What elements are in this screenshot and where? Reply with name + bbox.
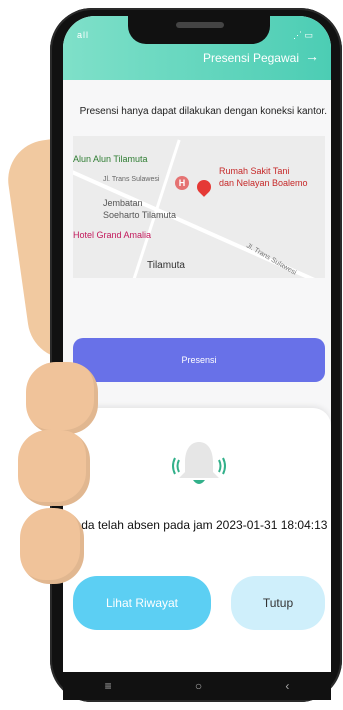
menu-icon[interactable]: ≡ — [105, 679, 112, 693]
finger — [18, 430, 90, 506]
signal-status: all — [77, 30, 90, 40]
map-label-rumah-sakit-2: dan Nelayan Boalemo — [219, 178, 308, 188]
hospital-icon: H — [175, 176, 189, 190]
finger — [20, 508, 84, 584]
system-navbar: ≡ ○ ‹ — [63, 672, 331, 700]
phone-speaker — [176, 22, 224, 28]
phone-notch — [128, 14, 270, 44]
page-title: Presensi Pegawai — [202, 51, 299, 65]
wifi-icon: ⋰ ▭ — [292, 30, 313, 40]
map-label-alun: Alun Alun Tilamuta — [73, 154, 148, 164]
back-arrow-icon[interactable]: → — [305, 48, 319, 64]
info-text: Presensi hanya dapat dilakukan dengan ko… — [79, 106, 327, 117]
app-screen: all ⋰ ▭ Presensi Pegawai → Presensi hany… — [63, 16, 331, 672]
presensi-button[interactable]: Presensi — [73, 338, 325, 382]
map-label-hotel: Hotel Grand Amalia — [73, 230, 152, 240]
absen-message: Anda telah absen pada jam 2023-01-31 18:… — [66, 518, 328, 532]
finger — [26, 362, 98, 434]
home-icon[interactable]: ○ — [195, 679, 202, 693]
map-label-rumah-sakit: Rumah Sakit Tani — [219, 166, 290, 176]
map-label-jalan: Jl. Trans Sulawesi — [103, 176, 160, 183]
back-icon[interactable]: ‹ — [285, 679, 289, 693]
location-pin-icon — [194, 177, 214, 197]
map-label-tilamuta: Tilamuta — [147, 260, 185, 271]
map-label-jalan-2: Jl. Trans Sulawesi — [245, 242, 298, 277]
map-label-jembatan: Jembatan — [103, 198, 143, 208]
success-dialog: Anda telah absen pada jam 2023-01-31 18:… — [63, 408, 331, 672]
tutup-button[interactable]: Tutup — [231, 576, 325, 630]
location-map[interactable]: Alun Alun Tilamuta Rumah Sakit Tani dan … — [73, 136, 325, 278]
bell-icon — [172, 442, 226, 484]
lihat-riwayat-button[interactable]: Lihat Riwayat — [73, 576, 211, 630]
map-label-jembatan-2: Soeharto Tilamuta — [103, 210, 177, 220]
